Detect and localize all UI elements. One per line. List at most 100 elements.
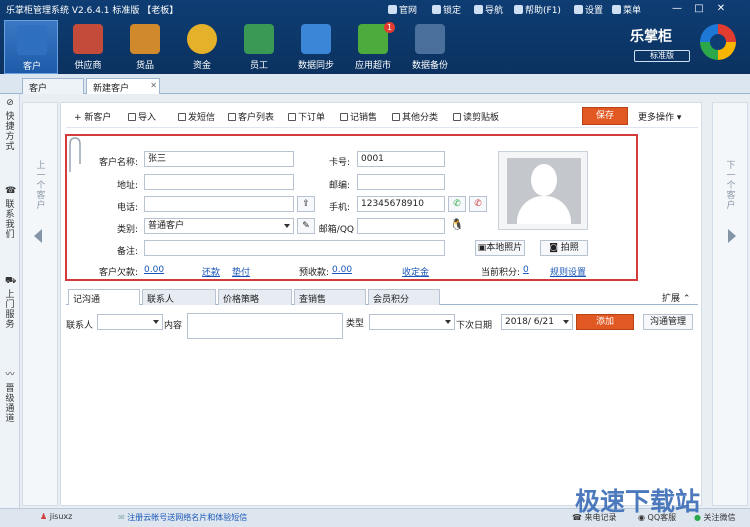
contact-select[interactable] (97, 314, 163, 330)
help-link[interactable]: 帮助(F1) (514, 3, 561, 16)
navigation-icon (474, 5, 483, 14)
nav-funds[interactable]: 资金 (175, 20, 229, 74)
zip-input[interactable] (357, 174, 445, 190)
send-sms-button[interactable]: 发短信 (178, 110, 215, 123)
next-customer-button[interactable]: 下一个客户 (712, 102, 748, 506)
other-category-button[interactable]: 其他分类 (392, 110, 438, 123)
wechat-follow-link[interactable]: ● 关注微信 (694, 512, 736, 523)
address-input[interactable] (144, 174, 294, 190)
register-promo-link[interactable]: ✉ 注册云帐号送网络名片和体验短信 (118, 512, 247, 523)
local-photo-button[interactable]: ▣本地照片 (475, 240, 525, 256)
qq-icon[interactable]: 🐧 (450, 218, 464, 232)
navigation-link[interactable]: 导航 (474, 3, 503, 16)
clipboard-icon (453, 113, 461, 121)
deposit-link[interactable]: 收定金 (402, 265, 429, 278)
category-select[interactable]: 普通客户 (144, 218, 294, 234)
type-label: 类型 (346, 319, 365, 329)
pencil-icon: ✎ (302, 221, 310, 231)
prepay-value[interactable]: 0.00 (332, 265, 352, 275)
calendar-dropdown-icon (563, 320, 569, 324)
nav-data-sync[interactable]: 数据同步 (289, 20, 343, 74)
onsite-service-link[interactable]: 上门服务 (4, 290, 16, 330)
tab-communication[interactable]: 记沟通 (68, 289, 140, 305)
chevron-right-icon (728, 229, 736, 243)
nav-goods[interactable]: 货品 (118, 20, 172, 74)
contact-us-link[interactable]: 联系我们 (4, 200, 16, 240)
phone-icon: ☎ (5, 186, 17, 196)
upgrade-channel-link[interactable]: 晋级通道 (4, 384, 16, 424)
phone-label: 电话: (116, 203, 138, 213)
nav-app-market[interactable]: 1 应用超市 (346, 20, 400, 74)
type-select[interactable] (369, 314, 455, 330)
card-input[interactable]: 0001 (357, 151, 445, 167)
read-clipboard-button[interactable]: 读剪贴板 (453, 110, 499, 123)
category-icon (392, 113, 400, 121)
help-icon (514, 5, 523, 14)
repay-link[interactable]: 还款 (202, 265, 220, 278)
take-photo-button[interactable]: ◙ 拍照 (540, 240, 588, 256)
chevron-down-icon: ▾ (676, 113, 682, 123)
more-actions-button[interactable]: 更多操作 ▾ (638, 110, 681, 123)
image-icon: ▣ (477, 243, 487, 253)
content-label: 内容 (164, 321, 183, 331)
close-button[interactable]: ✕ (714, 2, 728, 15)
add-button[interactable]: 添加 (576, 314, 634, 330)
card-label: 卡号: (328, 158, 350, 168)
bike-icon: ⛟ (5, 276, 17, 286)
customer-icon (17, 25, 47, 55)
address-label: 地址: (116, 181, 138, 191)
tab-points[interactable]: 会员积分 (368, 289, 440, 305)
expand-button[interactable]: 扩展 ⌃ (662, 291, 690, 304)
comm-manage-button[interactable]: 沟通管理 (643, 314, 693, 330)
advance-link[interactable]: 垫付 (232, 265, 250, 278)
category-label: 类别: (116, 225, 138, 235)
nav-supplier[interactable]: 供应商 (61, 20, 115, 74)
debt-value[interactable]: 0.00 (144, 265, 164, 275)
shortcut-link[interactable]: 快捷方式 (4, 112, 16, 152)
hangup-button[interactable]: ✆ (469, 196, 487, 212)
mobile-input[interactable]: 12345678910 (357, 196, 445, 212)
settings-link[interactable]: 设置 (574, 3, 603, 16)
nav-staff[interactable]: 员工 (232, 20, 286, 74)
sale-icon (340, 113, 348, 121)
lock-link[interactable]: 锁定 (432, 3, 461, 16)
customer-photo (498, 151, 588, 230)
import-button[interactable]: 导入 (128, 110, 156, 123)
note-input[interactable] (144, 240, 445, 256)
menu-link[interactable]: 菜单 (612, 3, 641, 16)
notification-badge: 1 (384, 22, 395, 33)
tab-new-customer[interactable]: 新建客户 ✕ (86, 78, 160, 94)
next-date-picker[interactable]: 2018/ 6/21 (501, 314, 573, 330)
save-button[interactable]: 保存 (582, 107, 628, 125)
rules-link[interactable]: 规则设置 (550, 265, 586, 278)
chevron-up-icon: ⌃ (682, 294, 691, 304)
nav-customer[interactable]: 客户 (4, 20, 58, 74)
prev-customer-button[interactable]: 上一个客户 (22, 102, 58, 506)
place-order-button[interactable]: 下订单 (288, 110, 325, 123)
mobile-label: 手机: (328, 203, 350, 213)
nav-data-backup[interactable]: 数据备份 (403, 20, 457, 74)
customer-list-button[interactable]: 客户列表 (228, 110, 274, 123)
close-tab-icon[interactable]: ✕ (150, 81, 157, 90)
points-value[interactable]: 0 (523, 265, 529, 275)
content-input[interactable] (187, 313, 343, 339)
maximize-button[interactable]: □ (692, 2, 706, 15)
phone-input[interactable] (144, 196, 294, 212)
mail-icon (178, 113, 186, 121)
website-link[interactable]: 官网 (388, 3, 417, 16)
call-button[interactable]: ✆ (448, 196, 466, 212)
minimize-button[interactable]: — (670, 2, 684, 15)
avatar-placeholder (507, 158, 581, 224)
email-input[interactable] (357, 218, 445, 234)
tab-contacts[interactable]: 联系人 (142, 289, 216, 305)
tab-customer[interactable]: 客户 (22, 78, 84, 94)
record-sale-button[interactable]: 记销售 (340, 110, 377, 123)
new-customer-button[interactable]: + 新客户 (74, 110, 111, 123)
brand-name: 乐掌柜 (630, 29, 672, 45)
tab-pricing[interactable]: 价格策略 (218, 289, 292, 305)
goods-icon (130, 24, 160, 54)
tab-sales[interactable]: 查销售 (294, 289, 366, 305)
name-input[interactable]: 张三 (144, 151, 294, 167)
app-title: 乐掌柜管理系统 V2.6.4.1 标准版 【老板】 (6, 6, 179, 16)
supplier-icon (73, 24, 103, 54)
